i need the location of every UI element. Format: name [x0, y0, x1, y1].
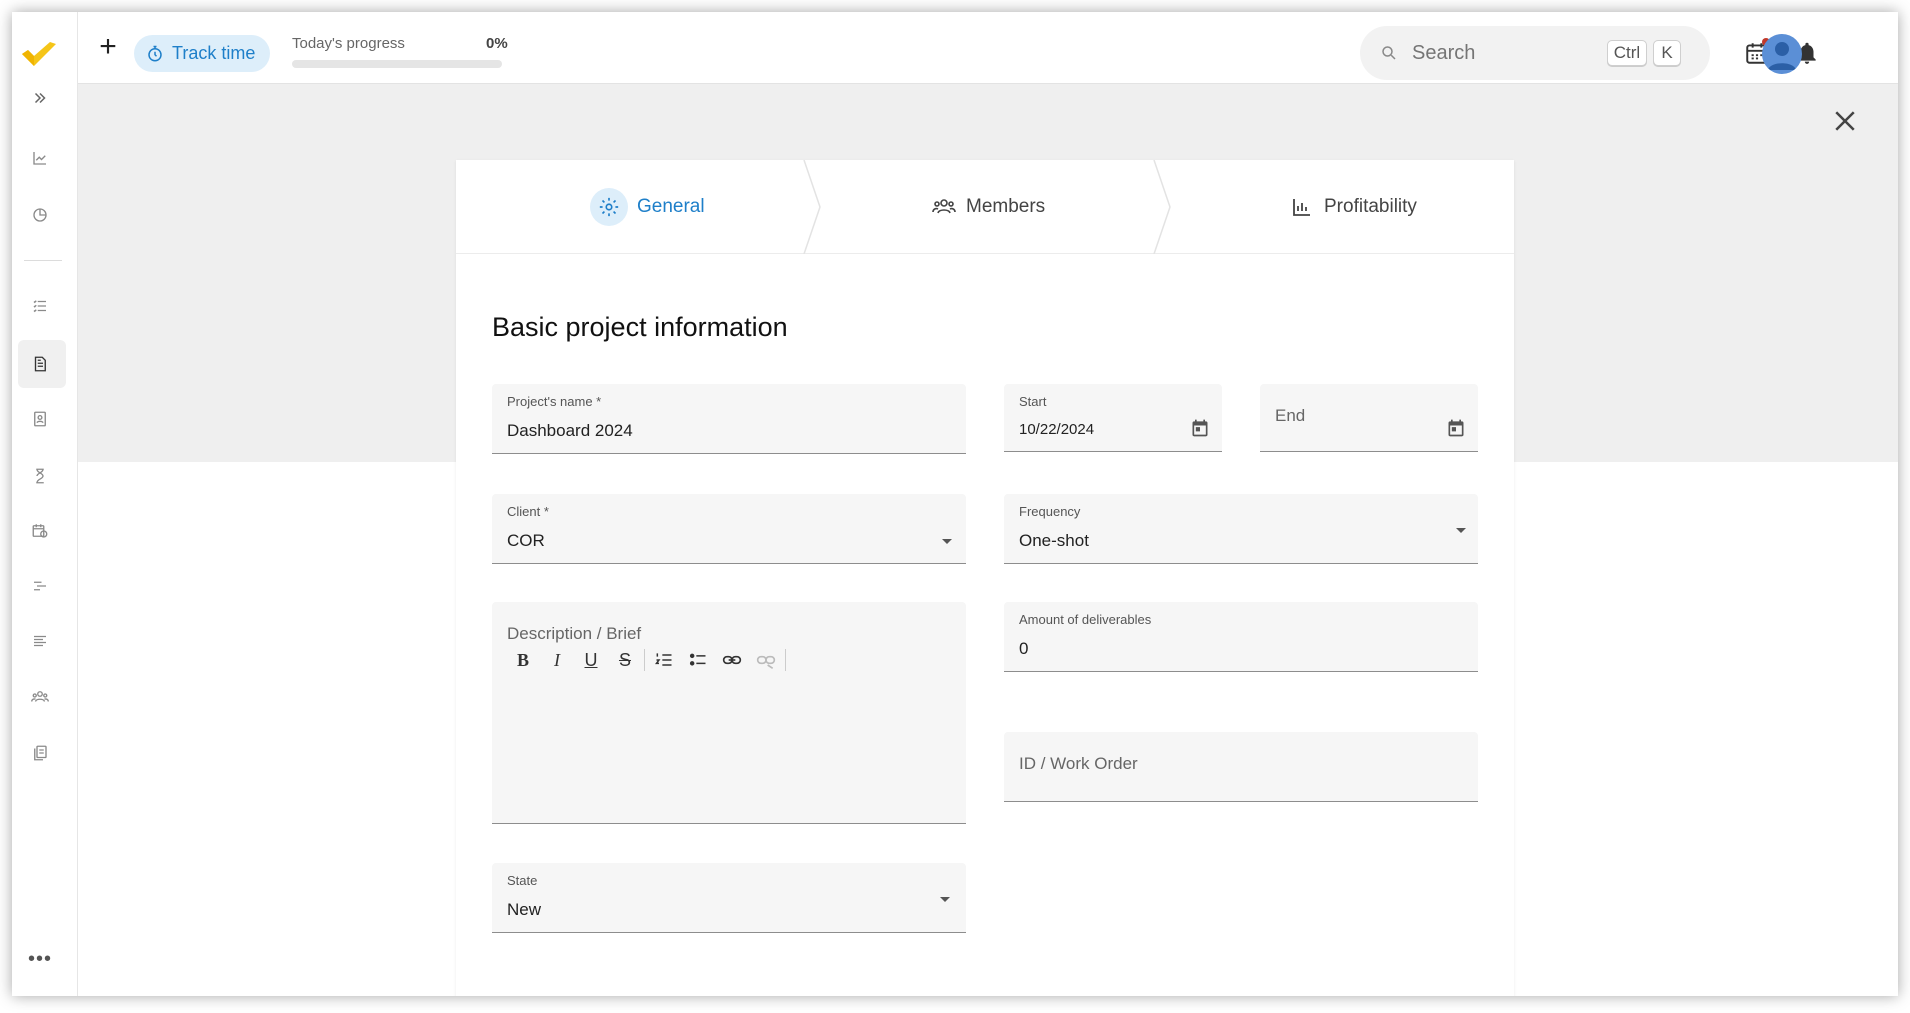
deliverables-label: Amount of deliverables — [1019, 612, 1152, 627]
team-icon[interactable] — [28, 685, 52, 709]
stopwatch-icon — [148, 45, 162, 61]
project-name-field[interactable]: Project's name * Dashboard 2024 — [492, 384, 966, 454]
section-title: Basic project information — [492, 312, 788, 342]
start-date-field[interactable]: Start 10/22/2024 — [1004, 384, 1222, 452]
tab-profitability[interactable]: Profitability — [1290, 160, 1417, 254]
tab-general-label: General — [637, 196, 705, 217]
client-label: Client * — [507, 504, 549, 519]
documents-icon[interactable] — [28, 741, 52, 765]
description-placeholder: Description / Brief — [507, 624, 642, 643]
close-icon[interactable] — [1830, 106, 1860, 136]
pie-chart-icon[interactable] — [28, 203, 52, 227]
underline-icon[interactable]: U — [574, 648, 608, 672]
step-separator — [1153, 160, 1171, 254]
unlink-icon[interactable] — [749, 648, 783, 672]
gear-icon — [590, 188, 628, 226]
project-name-label: Project's name * — [507, 394, 602, 409]
more-menu-icon[interactable]: ••• — [28, 948, 52, 971]
clients-icon[interactable] — [28, 407, 52, 431]
state-value: New — [507, 900, 542, 919]
tab-profitability-label: Profitability — [1324, 196, 1417, 217]
app-logo[interactable] — [20, 38, 58, 72]
chevron-down-icon — [942, 539, 952, 544]
client-select[interactable]: Client * COR — [492, 494, 966, 564]
add-button[interactable]: + — [96, 32, 120, 62]
link-icon[interactable] — [715, 648, 749, 672]
end-date-placeholder: End — [1275, 406, 1306, 425]
bar-chart-icon — [1293, 199, 1310, 216]
calendar-icon[interactable] — [1446, 418, 1466, 438]
user-avatar[interactable] — [1762, 34, 1802, 74]
strikethrough-icon[interactable]: S — [608, 648, 642, 672]
task-list-icon[interactable] — [28, 294, 52, 318]
toolbar-divider — [644, 649, 645, 671]
timeline-icon[interactable] — [28, 574, 52, 598]
state-label: State — [507, 873, 538, 888]
frequency-select[interactable]: Frequency One-shot — [1004, 494, 1478, 564]
progress-label: Today's progress — [292, 35, 405, 52]
projects-icon[interactable] — [28, 352, 52, 376]
end-date-field[interactable]: End — [1260, 384, 1478, 452]
progress-bar — [292, 60, 502, 68]
analytics-icon[interactable] — [28, 146, 52, 170]
tab-members[interactable]: Members — [932, 160, 1045, 254]
sidebar: ••• — [12, 12, 78, 996]
ordered-list-icon[interactable] — [647, 648, 681, 672]
toolbar-divider — [785, 649, 786, 671]
expand-sidebar-icon[interactable] — [28, 86, 52, 110]
chevron-down-icon — [940, 897, 950, 902]
search-box[interactable]: Ctrl K — [1360, 26, 1710, 80]
search-icon — [1382, 46, 1396, 60]
text-lines-icon[interactable] — [28, 629, 52, 653]
rich-text-toolbar: B I U S — [506, 648, 788, 672]
description-editor[interactable]: Description / Brief B I U S — [492, 602, 966, 824]
people-icon — [932, 199, 956, 214]
italic-icon[interactable]: I — [540, 648, 574, 672]
start-date-label: Start — [1019, 394, 1047, 409]
deliverables-value: 0 — [1019, 639, 1029, 658]
search-input[interactable] — [1412, 41, 1592, 65]
progress-percent: 0% — [486, 35, 508, 52]
project-form-card: General Members Profitability Basic proj… — [456, 160, 1514, 996]
frequency-label: Frequency — [1019, 504, 1081, 519]
work-order-field[interactable]: ID / Work Order — [1004, 732, 1478, 802]
track-time-label: Track time — [172, 43, 256, 63]
track-time-button[interactable]: Track time — [134, 35, 270, 72]
client-value: COR — [507, 531, 545, 550]
tab-general[interactable]: General — [590, 160, 705, 254]
bold-icon[interactable]: B — [506, 648, 540, 672]
calendar-icon[interactable] — [1190, 418, 1210, 438]
shortcut-k-key: K — [1653, 40, 1681, 66]
topbar: + Track time Today's progress 0% Ctrl K — [78, 12, 1898, 84]
project-name-value: Dashboard 2024 — [507, 421, 633, 440]
step-separator — [803, 160, 821, 254]
sidebar-divider — [24, 260, 62, 261]
deliverables-field[interactable]: Amount of deliverables 0 — [1004, 602, 1478, 672]
calendar-clock-icon[interactable] — [28, 519, 52, 543]
frequency-value: One-shot — [1019, 531, 1089, 550]
bullet-list-icon[interactable] — [681, 648, 715, 672]
app-window: ••• + Track time Today's progress 0% Ctr… — [12, 12, 1898, 996]
hourglass-icon[interactable] — [28, 464, 52, 488]
start-date-value: 10/22/2024 — [1019, 421, 1095, 438]
tab-members-label: Members — [966, 196, 1046, 217]
shortcut-ctrl-key: Ctrl — [1607, 40, 1647, 66]
chevron-down-icon — [1456, 528, 1466, 533]
state-select[interactable]: State New — [492, 863, 966, 933]
user-icon — [1768, 42, 1796, 70]
work-order-placeholder: ID / Work Order — [1019, 754, 1138, 773]
stepper: General Members Profitability — [456, 160, 1514, 254]
